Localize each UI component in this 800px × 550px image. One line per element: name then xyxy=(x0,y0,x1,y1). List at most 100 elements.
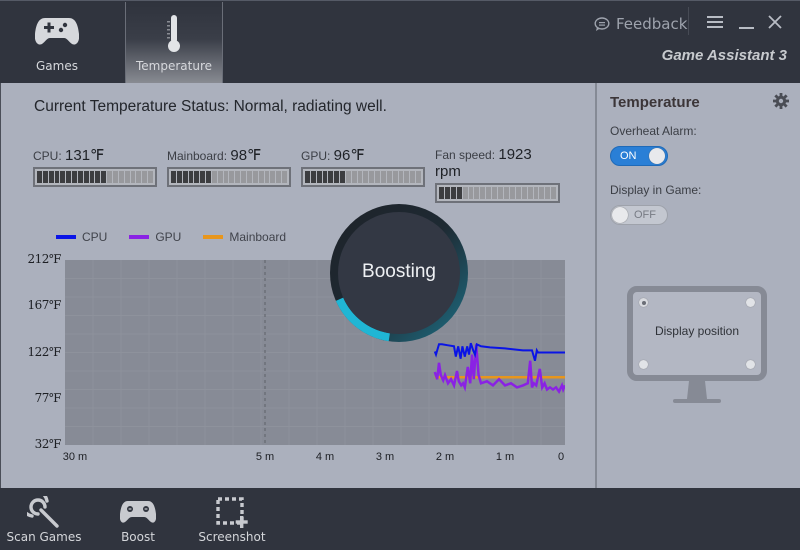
overheat-alarm-label: Overheat Alarm: xyxy=(610,124,697,138)
settings-title: Temperature xyxy=(610,94,700,111)
legend-item-cpu: CPU xyxy=(56,230,107,244)
scan-games-button[interactable]: Scan Games xyxy=(6,496,82,544)
legend-swatch-mainboard xyxy=(203,235,224,239)
meter-segment xyxy=(211,171,217,183)
meter-segment xyxy=(380,171,386,183)
gamepad-icon xyxy=(120,501,156,523)
meter-segment xyxy=(124,171,130,183)
meter-segment xyxy=(171,171,176,183)
title-bar: Games Temperature Feedback Game Assistan… xyxy=(0,0,800,84)
meter-segment xyxy=(112,171,118,183)
gpu-meter: GPU: 96℉ xyxy=(301,146,425,187)
meter-segment xyxy=(241,171,246,183)
meter-segment xyxy=(468,187,474,199)
meter-segment xyxy=(77,171,83,183)
temperature-chart xyxy=(65,260,565,445)
x-tick-label: 5 m xyxy=(255,451,275,463)
gear-icon[interactable] xyxy=(773,93,789,109)
close-button[interactable] xyxy=(768,13,782,34)
meter-segment xyxy=(282,171,287,183)
meter-segment xyxy=(206,171,211,183)
gpu-label: GPU: xyxy=(301,149,334,163)
hamburger-icon xyxy=(707,16,723,28)
meter-segment xyxy=(101,171,107,183)
position-top-left[interactable] xyxy=(639,298,648,307)
meter-segment xyxy=(498,187,503,199)
toggle-knob xyxy=(649,148,665,164)
meter-segment xyxy=(480,187,486,199)
gamepad-icon xyxy=(35,18,79,45)
screenshot-button[interactable]: Screenshot xyxy=(196,496,268,544)
fan-bar xyxy=(435,183,560,203)
legend-swatch-cpu xyxy=(56,235,76,239)
feedback-button[interactable]: Feedback xyxy=(594,15,687,33)
tab-games[interactable]: Games xyxy=(8,2,106,84)
meter-segment xyxy=(439,187,444,199)
meter-segment xyxy=(539,187,545,199)
overheat-alarm-toggle[interactable]: ON xyxy=(610,146,668,166)
meter-segment xyxy=(60,171,66,183)
meter-segment xyxy=(316,171,322,183)
meter-segment xyxy=(533,187,539,199)
minimize-icon xyxy=(739,27,754,29)
meter-segment xyxy=(328,171,334,183)
meter-segment xyxy=(54,171,60,183)
position-bottom-right[interactable] xyxy=(746,360,755,369)
tab-temperature[interactable]: Temperature xyxy=(125,2,223,84)
meter-segment xyxy=(83,171,89,183)
meter-segment xyxy=(450,187,456,199)
meter-segment xyxy=(229,171,235,183)
position-top-right[interactable] xyxy=(746,298,755,307)
cpu-meter: CPU: 131℉ xyxy=(33,146,157,187)
fan-label: Fan speed: xyxy=(435,148,499,162)
app-title: Game Assistant 3 xyxy=(661,47,787,64)
meter-segment xyxy=(270,171,276,183)
meter-segment xyxy=(246,171,252,183)
settings-panel: Temperature Overheat Alarm: ON Display i… xyxy=(595,83,800,488)
meter-segment xyxy=(492,187,498,199)
meter-segment xyxy=(223,171,229,183)
meter-segment xyxy=(95,171,101,183)
meter-segment xyxy=(462,187,468,199)
legend-label-cpu: CPU xyxy=(82,230,108,244)
meter-segment xyxy=(369,171,375,183)
meter-segment xyxy=(176,171,182,183)
display-position-label: Display position xyxy=(654,324,740,338)
y-tick-label: 212℉ xyxy=(27,252,62,266)
meter-segment xyxy=(235,171,241,183)
y-tick-label: 167℉ xyxy=(27,298,62,313)
meter-segment xyxy=(89,171,95,183)
x-tick-label: 30 m xyxy=(62,451,88,463)
meter-segment xyxy=(136,171,142,183)
x-tick-label: 2 m xyxy=(435,451,455,463)
display-in-game-state: OFF xyxy=(634,209,656,221)
meter-segment xyxy=(217,171,223,183)
legend-item-mainboard: Mainboard xyxy=(203,230,286,244)
meter-segment xyxy=(322,171,328,183)
minimize-button[interactable] xyxy=(739,13,754,34)
overheat-alarm-state: ON xyxy=(620,150,637,162)
meter-segment xyxy=(509,187,515,199)
boost-toolbar-label: Boost xyxy=(121,530,155,544)
cpu-value: 131℉ xyxy=(65,147,105,164)
boost-button[interactable]: Boosting xyxy=(330,204,468,342)
meter-segment xyxy=(200,171,206,183)
meter-segment xyxy=(72,171,77,183)
meter-segment xyxy=(503,187,509,199)
boost-toolbar-button[interactable]: Boost xyxy=(108,496,168,544)
meter-segment xyxy=(252,171,258,183)
display-in-game-toggle[interactable]: OFF xyxy=(610,205,668,225)
position-bottom-left[interactable] xyxy=(639,360,648,369)
meter-segment xyxy=(351,171,357,183)
screenshot-label: Screenshot xyxy=(198,530,266,544)
meter-segment xyxy=(148,171,153,183)
meter-segment xyxy=(188,171,194,183)
meter-segment xyxy=(486,187,492,199)
meter-segment xyxy=(305,171,310,183)
meter-segment xyxy=(66,171,72,183)
meter-segment xyxy=(474,187,480,199)
menu-button[interactable] xyxy=(707,13,723,34)
temperature-panel: Current Temperature Status: Normal, radi… xyxy=(0,83,595,488)
boost-label: Boosting xyxy=(362,261,436,282)
meter-segment xyxy=(37,171,42,183)
